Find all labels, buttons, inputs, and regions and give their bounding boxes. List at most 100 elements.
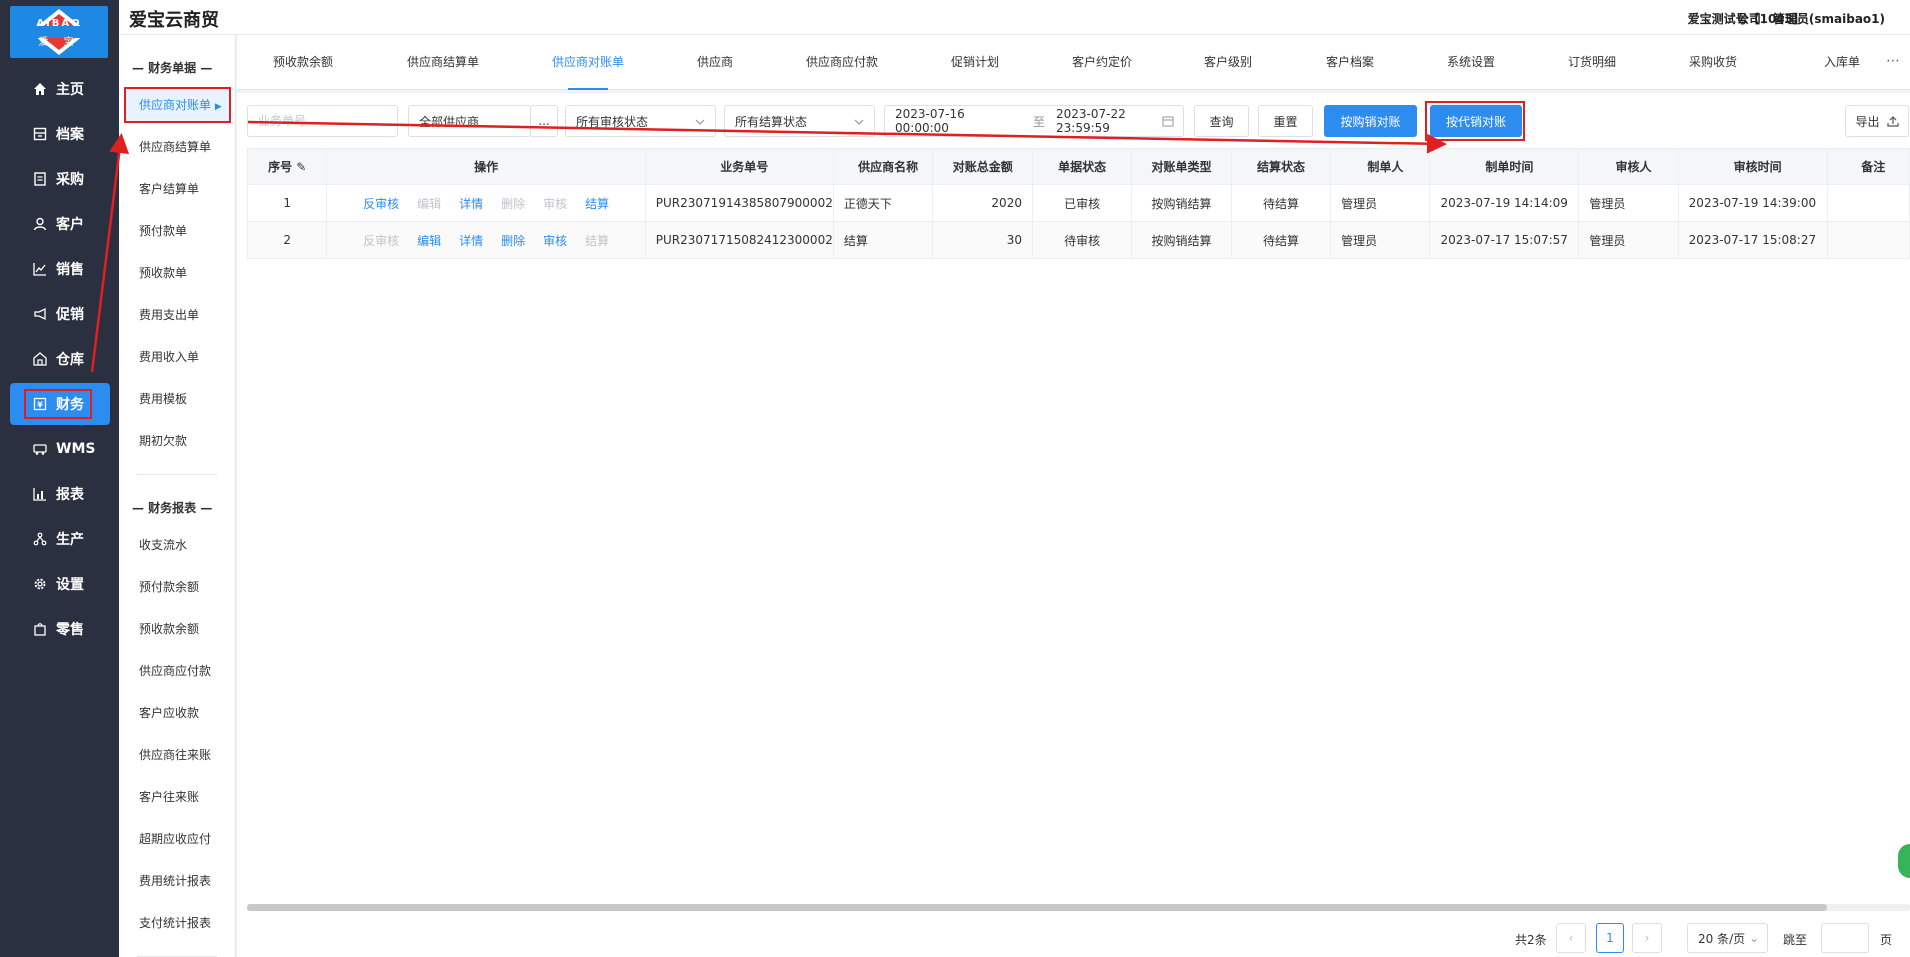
reconcile-by-consignment-button[interactable]: 按代销对账 xyxy=(1430,105,1522,137)
tab-promotion-plan[interactable]: 促销计划 xyxy=(951,35,999,90)
filter-bar: 全部供应商 ... 所有审核状态 所有结算状态 2023-07-16 00:00… xyxy=(247,101,1910,141)
subnav-item-payment-stats[interactable]: 支付统计报表 xyxy=(119,902,235,944)
subnav-item-supplier-ledger[interactable]: 供应商往来账 xyxy=(119,734,235,776)
nav-item-finance[interactable]: ¥ 财务 xyxy=(10,383,110,425)
main-content: 全部供应商 ... 所有审核状态 所有结算状态 2023-07-16 00:00… xyxy=(237,93,1910,957)
settle-link[interactable]: 结算 xyxy=(585,195,609,212)
subnav-item-advance-balance[interactable]: 预收款余额 xyxy=(119,608,235,650)
tab-supplier[interactable]: 供应商 xyxy=(697,35,733,90)
subnav-item-expense-stats[interactable]: 费用统计报表 xyxy=(119,860,235,902)
nav-item-report[interactable]: 报表 xyxy=(10,473,110,515)
subnav-item-overdue[interactable]: 超期应收应付 xyxy=(119,818,235,860)
table-row[interactable]: 1 反审核 编辑 详情 删除 审核 结算 PUR23071914385807900002 … xyxy=(246,184,1910,222)
audit-status-select[interactable]: 所有审核状态 xyxy=(565,105,716,137)
subnav-item-expense-template[interactable]: 费用模板 xyxy=(119,378,235,420)
tab-customer-archive[interactable]: 客户档案 xyxy=(1326,35,1374,90)
subnav-item-prepay-balance[interactable]: 预付款余额 xyxy=(119,566,235,608)
subnav-item-supplier-payable[interactable]: 供应商应付款 xyxy=(119,650,235,692)
tab-supplier-payable[interactable]: 供应商应付款 xyxy=(806,35,878,90)
nav-item-warehouse[interactable]: 仓库 xyxy=(10,338,110,380)
supplier-more-button[interactable]: ... xyxy=(530,105,558,137)
reconcile-by-purchase-button[interactable]: 按购销对账 xyxy=(1324,105,1417,137)
doc-no-input-wrap xyxy=(247,105,398,137)
col-header-index[interactable]: 序号 ✎ xyxy=(246,148,328,185)
nav-item-settings[interactable]: 设置 xyxy=(10,563,110,605)
tab-supplier-settlement[interactable]: 供应商结算单 xyxy=(407,35,479,90)
tab-supplier-statement[interactable]: 供应商对账单 xyxy=(552,35,624,90)
col-header-remark: 备注 xyxy=(1826,148,1910,185)
reset-button[interactable]: 重置 xyxy=(1258,105,1313,137)
subnav-item-customer-ledger[interactable]: 客户往来账 xyxy=(119,776,235,818)
date-start[interactable]: 2023-07-16 00:00:00 xyxy=(895,107,1022,135)
supplier-select[interactable]: 全部供应商 xyxy=(408,105,531,137)
nav-item-archive[interactable]: 档案 xyxy=(10,113,110,155)
nav-item-purchase[interactable]: 采购 xyxy=(10,158,110,200)
subnav-item-income[interactable]: 费用收入单 xyxy=(119,336,235,378)
nav-item-home[interactable]: 主页 xyxy=(10,68,110,110)
company-label[interactable]: 公司：管理员(smaibao1) xyxy=(1737,10,1885,27)
tab-customer-price[interactable]: 客户约定价 xyxy=(1072,35,1132,90)
tab-system-settings[interactable]: 系统设置 xyxy=(1447,35,1495,90)
nav-item-sales[interactable]: 销售 xyxy=(10,248,110,290)
page-unit-label: 页 xyxy=(1880,933,1893,947)
query-button[interactable]: 查询 xyxy=(1194,105,1249,137)
tab-order-detail[interactable]: 订货明细 xyxy=(1568,35,1616,90)
horizontal-scrollbar[interactable] xyxy=(247,904,1910,911)
floating-help-icon[interactable] xyxy=(1896,842,1910,880)
prev-page-button[interactable]: ‹ xyxy=(1556,923,1586,953)
delete-link[interactable]: 删除 xyxy=(501,232,525,249)
subnav-item-expense[interactable]: 费用支出单 xyxy=(119,294,235,336)
nav-item-label: 报表 xyxy=(56,487,84,503)
cell-doc-no[interactable]: PUR23071715082412300002 xyxy=(644,221,834,259)
subnav-item-supplier-statement[interactable]: 供应商对账单 ▶ xyxy=(124,87,231,123)
subnav-item-cashflow[interactable]: 收支流水 xyxy=(119,524,235,566)
nav-item-label: 主页 xyxy=(56,82,84,98)
nav-item-wms[interactable]: WMS xyxy=(10,428,110,470)
next-page-button[interactable]: › xyxy=(1632,923,1662,953)
edit-link[interactable]: 编辑 xyxy=(417,232,441,249)
export-button[interactable]: 导出 xyxy=(1845,105,1909,137)
nav-item-promotion[interactable]: 促销 xyxy=(10,293,110,335)
cell-created-at: 2023-07-17 15:07:57 xyxy=(1429,221,1580,259)
tab-customer-level[interactable]: 客户级别 xyxy=(1204,35,1252,90)
truck-icon xyxy=(32,441,48,457)
nav-item-label: 零售 xyxy=(56,622,84,638)
gear-icon xyxy=(32,576,48,592)
tab-advance-balance[interactable]: 预收款余额 xyxy=(273,35,333,90)
settle-status-select[interactable]: 所有结算状态 xyxy=(724,105,875,137)
home-icon xyxy=(32,81,48,97)
scrollbar-thumb[interactable] xyxy=(247,904,1827,911)
nav-item-retail[interactable]: 零售 xyxy=(10,608,110,650)
tab-purchase-receive[interactable]: 采购收货 xyxy=(1689,35,1737,90)
tab-inbound[interactable]: 入库单 xyxy=(1824,35,1860,90)
audit-link[interactable]: 审核 xyxy=(543,232,567,249)
subnav-item-customer-receivable[interactable]: 客户应收款 xyxy=(119,692,235,734)
nav-item-label: 客户 xyxy=(56,217,84,233)
audit-link: 审核 xyxy=(543,196,568,211)
pin-icon[interactable]: ✎ xyxy=(296,160,306,174)
nav-item-customer[interactable]: 客户 xyxy=(10,203,110,245)
page-number-button[interactable]: 1 xyxy=(1596,923,1624,953)
doc-no-input[interactable] xyxy=(258,114,397,128)
detail-link[interactable]: 详情 xyxy=(459,195,483,212)
more-tabs-icon[interactable]: ⋯ xyxy=(1886,53,1900,69)
cell-creator: 管理员 xyxy=(1330,221,1431,259)
unaudit-link[interactable]: 反审核 xyxy=(363,195,399,212)
table-row[interactable]: 2 反审核 编辑 详情 删除 审核 结算 PUR23071715082412300002 … xyxy=(246,221,1910,259)
goto-page-input[interactable] xyxy=(1821,923,1869,953)
subnav-item-opening-debt[interactable]: 期初欠款 xyxy=(119,420,235,462)
nav-item-label: 仓库 xyxy=(56,352,84,368)
cell-created-at: 2023-07-19 14:14:09 xyxy=(1429,184,1580,222)
subnav-item-advance-receipt[interactable]: 预收款单 xyxy=(119,252,235,294)
app-logo[interactable]: AIBAO 爱 宝 xyxy=(10,6,108,58)
detail-link[interactable]: 详情 xyxy=(459,232,483,249)
chevron-down-icon xyxy=(854,119,864,125)
date-range-picker[interactable]: 2023-07-16 00:00:00 至 2023-07-22 23:59:5… xyxy=(884,105,1184,137)
col-header-creator: 制单人 xyxy=(1330,148,1431,185)
subnav-item-customer-settlement[interactable]: 客户结算单 xyxy=(119,168,235,210)
subnav-item-prepayment[interactable]: 预付款单 xyxy=(119,210,235,252)
cell-doc-no[interactable]: PUR23071914385807900002 xyxy=(644,184,834,222)
page-size-select[interactable]: 20 条/页 ⌄ xyxy=(1687,923,1768,953)
subnav-item-supplier-settlement[interactable]: 供应商结算单 xyxy=(119,126,235,168)
nav-item-production[interactable]: 生产 xyxy=(10,518,110,560)
